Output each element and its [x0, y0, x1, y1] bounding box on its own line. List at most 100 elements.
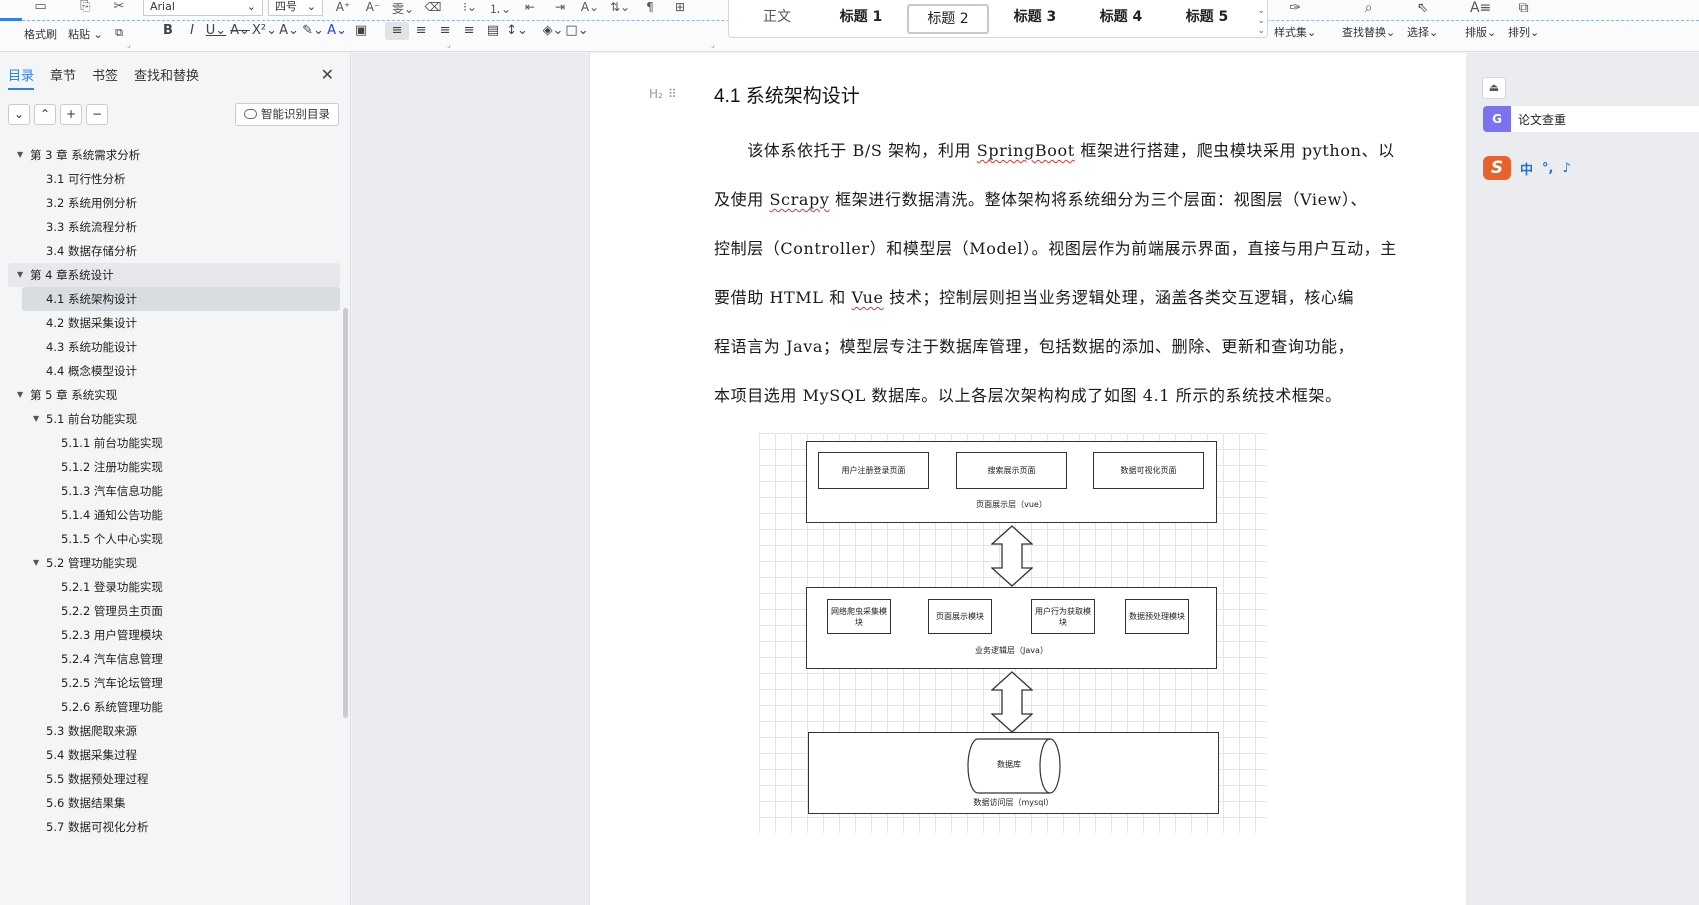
grow-font-icon[interactable]: A⁺ [328, 0, 358, 17]
toc-item[interactable]: 5.2.3 用户管理模块 [0, 623, 340, 647]
toc-item[interactable]: 4.1 系统架构设计 [22, 287, 340, 311]
cut-button[interactable]: ✂ ⧉ [110, 0, 128, 40]
remove-icon[interactable]: − [86, 104, 108, 125]
expand-triangle-icon[interactable]: ▼ [33, 551, 39, 575]
paragraph-line[interactable]: 程语言为 Java；模型层专注于数据库管理，包括数据的添加、删除、更新和查询功能… [714, 333, 1354, 357]
shrink-font-icon[interactable]: A⁻ [358, 0, 388, 17]
tab-toc[interactable]: 目录 [8, 65, 35, 90]
border-icon[interactable]: □⌄ [565, 22, 589, 40]
input-method-bar[interactable]: S 中 °, ♪ [1483, 156, 1571, 180]
toc-item[interactable]: 4.2 数据采集设计 [0, 311, 340, 335]
expand-triangle-icon[interactable]: ▼ [33, 407, 39, 431]
expand-down-icon[interactable]: ⌄ [8, 104, 30, 125]
collapse-panel-icon[interactable]: ⏏ [1482, 77, 1506, 99]
distribute-icon[interactable]: ▤ [481, 22, 505, 40]
text-effect-icon[interactable]: A⌄ [277, 22, 301, 40]
underline-icon[interactable]: U⌄ [204, 22, 228, 40]
close-icon[interactable]: ✕ [321, 65, 334, 84]
align-right-icon[interactable]: ≡ [433, 22, 457, 40]
paste-button[interactable]: ⎘ 粘贴 ⌄ [68, 0, 103, 42]
superscript-icon[interactable]: X²⌄ [252, 22, 277, 40]
decrease-indent-icon[interactable]: ⇤ [515, 0, 545, 17]
section-heading[interactable]: 4.1 系统架构设计 [714, 81, 860, 108]
toc-item[interactable]: 5.1.1 前台功能实现 [0, 431, 340, 455]
layout-button[interactable]: A≡ 排版⌄ [1465, 0, 1496, 40]
bullet-list-icon[interactable]: ⁝⌄ [455, 0, 485, 17]
font-color-icon[interactable]: A⌄ [325, 22, 349, 40]
collapse-up-icon[interactable]: ⌃ [34, 104, 56, 125]
toc-item[interactable]: 3.4 数据存储分析 [0, 239, 340, 263]
toc-item[interactable]: ▼ 第 3 章 系统需求分析 [0, 143, 340, 167]
toc-item[interactable]: ▼ 5.2 管理功能实现 [0, 551, 340, 575]
clear-format-icon[interactable]: ⌫ [418, 0, 448, 17]
plagiarism-check-button[interactable]: G 论文查重 [1483, 106, 1699, 132]
font-name-select[interactable]: Arial ⌄ [143, 0, 263, 16]
document-page[interactable]: H₂ ⠿ 4.1 系统架构设计 该体系依托于 B/S 架构，利用 SpringBo… [589, 53, 1466, 905]
toc-item[interactable]: 5.7 数据可视化分析 [0, 815, 340, 839]
style-heading-5[interactable]: 标题 5 [1167, 4, 1247, 34]
paragraph-line[interactable]: 要借助 HTML 和 Vue 技术；控制层则担当业务逻辑处理，涵盖各类交互逻辑，… [714, 284, 1354, 308]
toc-item[interactable]: 5.1.5 个人中心实现 [0, 527, 340, 551]
toc-item[interactable]: 5.5 数据预处理过程 [0, 767, 340, 791]
toc-item[interactable]: 5.4 数据采集过程 [0, 743, 340, 767]
align-center-icon[interactable]: ≡ [409, 22, 433, 40]
justify-icon[interactable]: ≡ [457, 22, 481, 40]
pinyin-icon[interactable]: 雯⌄ [388, 0, 418, 17]
style-normal[interactable]: 正文 [737, 4, 817, 34]
smart-toc-button[interactable]: 智能识别目录 [235, 103, 339, 126]
expand-triangle-icon[interactable]: ▼ [17, 383, 23, 407]
toc-item[interactable]: 3.2 系统用例分析 [0, 191, 340, 215]
table-icon[interactable]: ⊞ [665, 0, 695, 17]
italic-icon[interactable]: I [180, 22, 204, 40]
style-heading-3[interactable]: 标题 3 [995, 4, 1075, 34]
toc-item[interactable]: 5.2.2 管理员主页面 [0, 599, 340, 623]
increase-indent-icon[interactable]: ⇥ [545, 0, 575, 17]
toc-item[interactable]: ▼ 第 4 章系统设计 [8, 263, 340, 287]
tab-bookmarks[interactable]: 书签 [92, 65, 118, 90]
toc-item[interactable]: ▼ 5.1 前台功能实现 [0, 407, 340, 431]
toc-item[interactable]: 5.2.1 登录功能实现 [0, 575, 340, 599]
sort-icon[interactable]: ⇅⌄ [605, 0, 635, 17]
tab-sections[interactable]: 章节 [50, 65, 76, 90]
toc-item[interactable]: 3.3 系统流程分析 [0, 215, 340, 239]
heading-level-tag[interactable]: H₂ ⠿ [649, 87, 677, 101]
paragraph-launcher-icon[interactable]: ⌟ [711, 40, 715, 49]
numbered-list-icon[interactable]: ⒈⌄ [485, 0, 515, 17]
style-heading-2[interactable]: 标题 2 [907, 4, 989, 34]
expand-triangle-icon[interactable]: ▼ [17, 143, 23, 167]
font-dialog-launcher-icon[interactable]: ⌟ [127, 40, 131, 49]
toc-item[interactable]: 4.3 系统功能设计 [0, 335, 340, 359]
show-marks-icon[interactable]: ¶ [635, 0, 665, 17]
text-direction-icon[interactable]: A⌄ [575, 0, 605, 17]
add-icon[interactable]: + [60, 104, 82, 125]
tab-find-replace[interactable]: 查找和替换 [134, 65, 199, 90]
toc-item[interactable]: 5.1.2 注册功能实现 [0, 455, 340, 479]
style-heading-4[interactable]: 标题 4 [1081, 4, 1161, 34]
highlight-icon[interactable]: ✎⌄ [301, 22, 325, 40]
toc-item[interactable]: 5.2.6 系统管理功能 [0, 695, 340, 719]
toc-item[interactable]: 5.1.3 汽车信息功能 [0, 479, 340, 503]
font-settings-launcher-icon[interactable]: ⌟ [447, 40, 451, 49]
bold-icon[interactable]: B [156, 22, 180, 40]
arrange-button[interactable]: ⧉ 排列⌄ [1508, 0, 1539, 40]
format-painter-button[interactable]: ▭ 格式刷 [24, 0, 57, 42]
style-heading-1[interactable]: 标题 1 [821, 4, 901, 34]
font-size-select[interactable]: 四号 ⌄ [268, 0, 323, 16]
paragraph-line[interactable]: 控制层（Controller）和模型层（Model）。视图层作为前端展示界面，直… [714, 235, 1397, 259]
toc-item[interactable]: 5.2.5 汽车论坛管理 [0, 671, 340, 695]
toc-item[interactable]: ▼ 第 5 章 系统实现 [0, 383, 340, 407]
toc-item[interactable]: 3.1 可行性分析 [0, 167, 340, 191]
toc-item[interactable]: 5.2.4 汽车信息管理 [0, 647, 340, 671]
toc-item[interactable]: 5.6 数据结果集 [0, 791, 340, 815]
expand-triangle-icon[interactable]: ▼ [17, 263, 23, 287]
paragraph-line[interactable]: 该体系依托于 B/S 架构，利用 SpringBoot 框架进行搭建，爬虫模块采… [714, 137, 1395, 161]
shading-icon[interactable]: ◈⌄ [541, 22, 565, 40]
strikethrough-icon[interactable]: A⌄ [228, 22, 252, 40]
paragraph-line[interactable]: 及使用 Scrapy 框架进行数据清洗。整体架构将系统细分为三个层面：视图层（V… [714, 186, 1367, 210]
select-button[interactable]: ⇖ 选择⌄ [1407, 0, 1438, 40]
toc-item[interactable]: 5.1.4 通知公告功能 [0, 503, 340, 527]
paragraph-line[interactable]: 本项目选用 MySQL 数据库。以上各层次架构构成了如图 4.1 所示的系统技术… [714, 382, 1342, 406]
find-replace-button[interactable]: ⌕ 查找替换⌄ [1342, 0, 1395, 40]
line-spacing-icon[interactable]: ↕⌄ [505, 22, 529, 40]
nav-scrollbar[interactable] [343, 308, 348, 718]
